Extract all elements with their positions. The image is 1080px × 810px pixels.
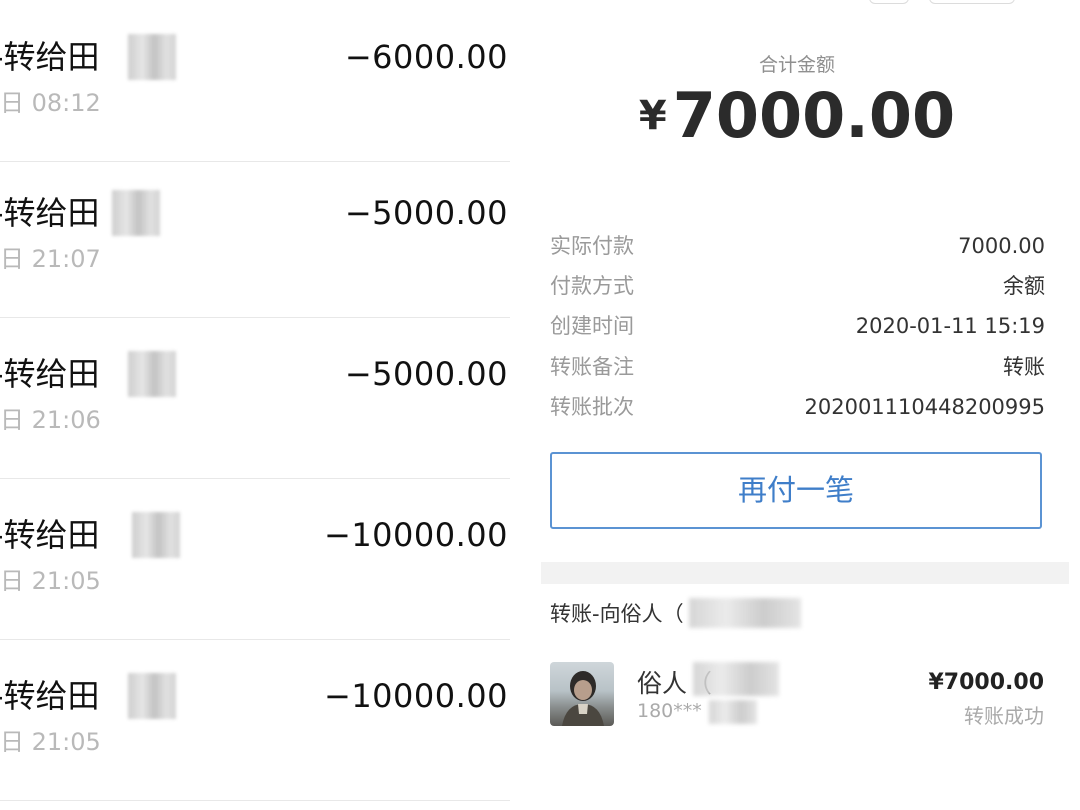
transaction-date: 日 21:05 bbox=[0, 728, 101, 756]
detail-label: 实际付款 bbox=[550, 234, 634, 258]
transaction-row[interactable]: -转给田 −10000.00 日 21:05 bbox=[0, 639, 510, 801]
transaction-title: -转给田 bbox=[0, 194, 100, 232]
detail-label: 创建时间 bbox=[550, 314, 634, 338]
recipient-section-title: 转账-向俗人（ bbox=[550, 602, 684, 626]
redacted-text-blur bbox=[689, 598, 801, 628]
recipient-amount: ¥7000.00 bbox=[928, 670, 1044, 695]
transaction-title: -转给田 bbox=[0, 516, 100, 554]
transaction-row[interactable]: -转给田 −10000.00 日 21:05 bbox=[0, 478, 510, 640]
transaction-date: 日 08:12 bbox=[0, 89, 101, 117]
detail-row-batch-number: 转账批次 20200111044820099​5 bbox=[550, 389, 1045, 425]
transaction-list-panel: -转给田 −6000.00 日 08:12 -转给田 −5000.00 日 21… bbox=[0, 0, 512, 810]
detail-row-transfer-note: 转账备注 转账 bbox=[550, 349, 1045, 385]
detail-value: 余额 bbox=[1003, 274, 1045, 298]
transfer-status: 转账成功 bbox=[964, 704, 1044, 728]
transaction-date: 日 21:05 bbox=[0, 567, 101, 595]
detail-row-actual-payment: 实际付款 7000.00 bbox=[550, 228, 1045, 264]
transaction-amount: −6000.00 bbox=[344, 38, 508, 76]
detail-value: 2020-01-11 15:19 bbox=[855, 314, 1045, 338]
panel-gap bbox=[512, 0, 541, 810]
top-control-fragment bbox=[929, 0, 1015, 4]
total-amount-value: 7000.00 bbox=[672, 79, 956, 152]
pay-again-button[interactable]: 再付一笔 bbox=[550, 452, 1042, 529]
recipient-avatar bbox=[550, 662, 614, 726]
avatar-silhouette-icon bbox=[562, 671, 604, 726]
detail-row-payment-method: 付款方式 余额 bbox=[550, 268, 1045, 304]
detail-value: 7000.00 bbox=[958, 234, 1045, 258]
transaction-row[interactable]: -转给田 −5000.00 日 21:07 bbox=[0, 156, 510, 318]
detail-label: 转账备注 bbox=[550, 355, 634, 379]
redacted-phone-blur bbox=[709, 700, 757, 724]
total-amount: ¥7000.00 bbox=[541, 80, 1053, 152]
detail-row-created-time: 创建时间 2020-01-11 15:19 bbox=[550, 308, 1045, 344]
top-control-fragment bbox=[869, 0, 909, 4]
transaction-row[interactable]: -转给田 −5000.00 日 21:06 bbox=[0, 317, 510, 479]
detail-label: 转账批次 bbox=[550, 395, 634, 419]
transaction-date: 日 21:07 bbox=[0, 245, 101, 273]
redacted-name-blur bbox=[693, 662, 779, 696]
section-divider bbox=[541, 562, 1069, 584]
transaction-row[interactable]: -转给田 −6000.00 日 08:12 bbox=[0, 0, 510, 162]
detail-value: 转账 bbox=[1003, 355, 1045, 379]
total-amount-label: 合计金额 bbox=[758, 54, 835, 76]
redacted-name-blur bbox=[132, 512, 180, 558]
transaction-amount: −5000.00 bbox=[344, 194, 508, 232]
redacted-name-blur bbox=[128, 351, 176, 397]
redacted-name-blur bbox=[112, 190, 160, 236]
recipient-phone: 180*** bbox=[637, 700, 702, 722]
transaction-title: -转给田 bbox=[0, 677, 100, 715]
transaction-amount: −10000.00 bbox=[324, 677, 508, 715]
transaction-title: -转给田 bbox=[0, 38, 100, 76]
detail-label: 付款方式 bbox=[550, 274, 634, 298]
detail-value: 20200111044820099​5 bbox=[804, 395, 1046, 419]
currency-symbol: ¥ bbox=[638, 93, 667, 139]
transaction-amount: −5000.00 bbox=[344, 355, 508, 393]
redacted-name-blur bbox=[128, 673, 176, 719]
transaction-amount: −10000.00 bbox=[324, 516, 508, 554]
transfer-detail-panel: 合计金额 ¥7000.00 实际付款 7000.00 付款方式 余额 创建时间 … bbox=[541, 0, 1069, 810]
transaction-date: 日 21:06 bbox=[0, 406, 101, 434]
transaction-title: -转给田 bbox=[0, 355, 100, 393]
redacted-name-blur bbox=[128, 34, 176, 80]
